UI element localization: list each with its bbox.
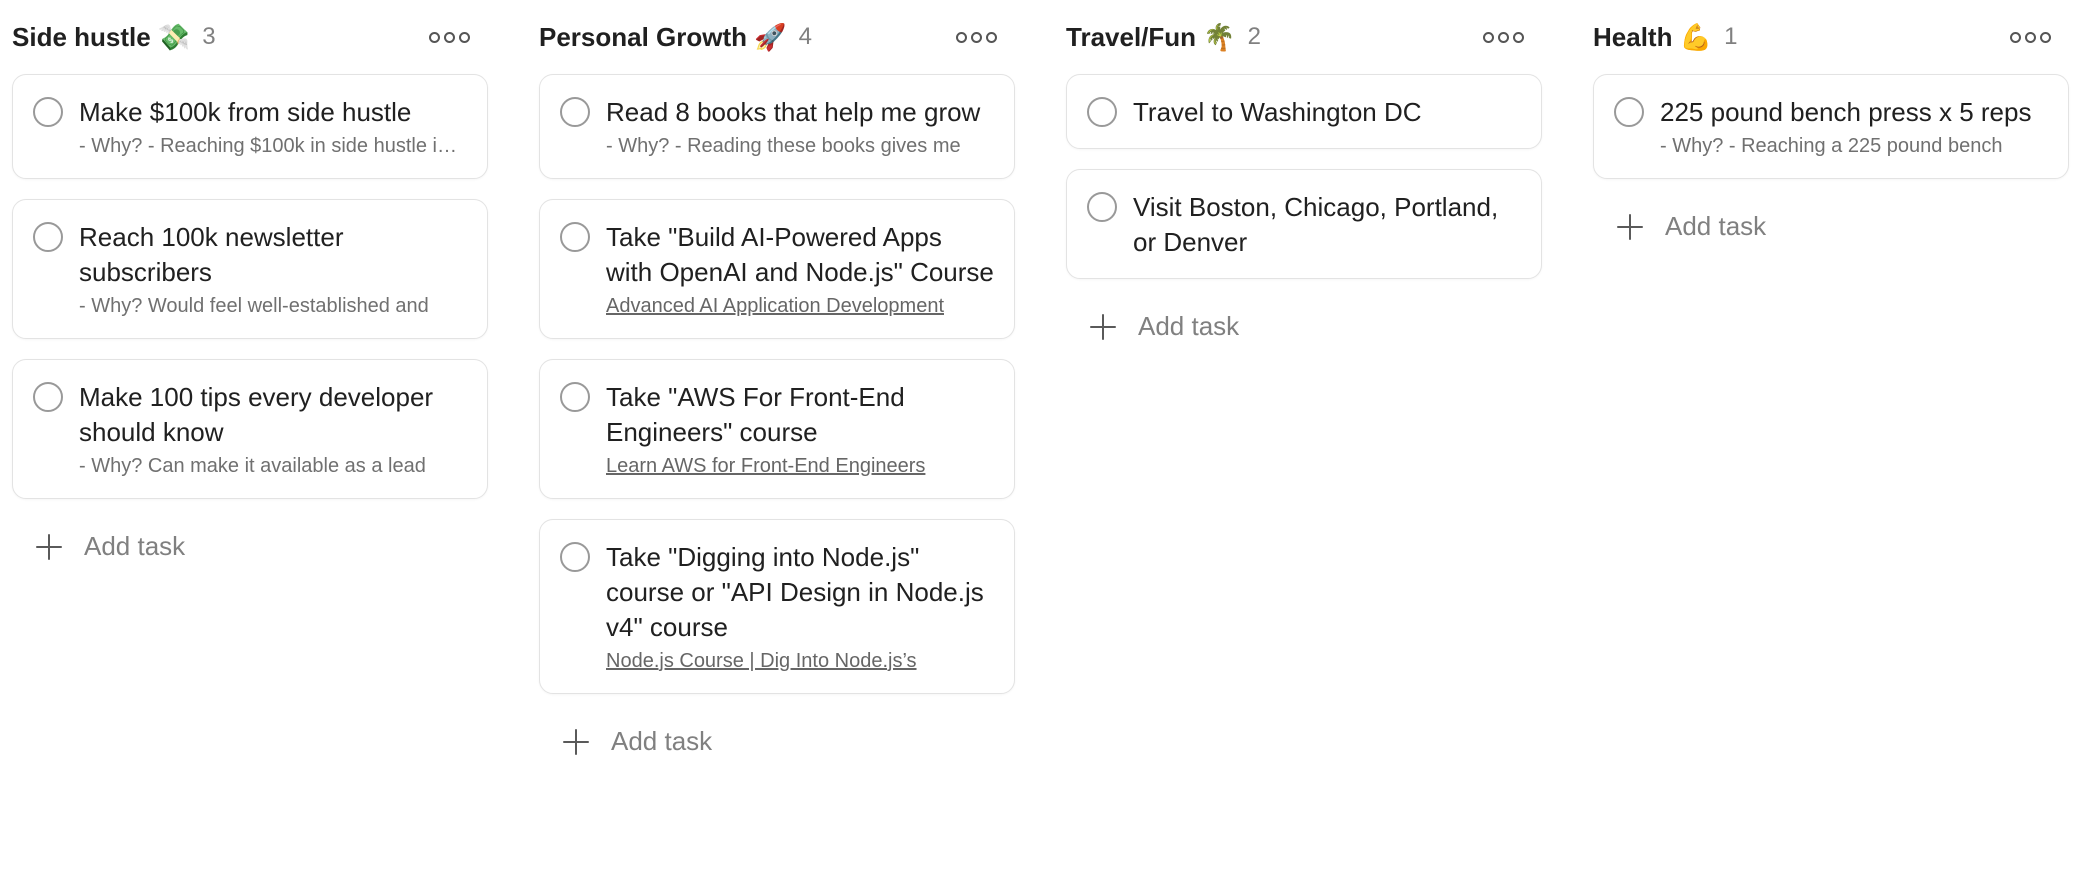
task-card[interactable]: Take "AWS For Front-End Engineers" cours… xyxy=(539,359,1015,499)
menu-dot xyxy=(1498,31,1509,43)
add-task-button[interactable]: Add task xyxy=(1593,199,2069,254)
menu-dot xyxy=(1483,31,1494,43)
task-content: Travel to Washington DC xyxy=(1133,95,1521,130)
task-content: Take "AWS For Front-End Engineers" cours… xyxy=(606,380,994,480)
menu-dot xyxy=(956,31,967,43)
circle-checkbox-icon[interactable] xyxy=(33,382,63,412)
board-column: Personal Growth 🚀 4 Read 8 books that help… xyxy=(539,0,1015,769)
plus-icon xyxy=(1617,213,1643,240)
task-content: Read 8 books that help me grow - Why? - R… xyxy=(606,95,994,160)
circle-checkbox-icon[interactable] xyxy=(560,542,590,572)
task-description: - Why? - Reaching $100k in side hustle i… xyxy=(79,135,467,157)
board: Side hustle 💸 3 Make $100k from side hustl… xyxy=(12,0,2069,769)
circle-checkbox-icon[interactable] xyxy=(560,222,590,252)
plus-icon xyxy=(1090,313,1116,340)
task-card[interactable]: Reach 100k newsletter subscribers - Why? … xyxy=(12,199,488,339)
circle-checkbox-icon[interactable] xyxy=(560,382,590,412)
task-title[interactable]: Read 8 books that help me grow xyxy=(606,95,994,130)
menu-dot xyxy=(459,31,470,43)
more-horizontal-icon[interactable] xyxy=(950,26,1003,49)
add-task-label: Add task xyxy=(1665,211,1767,241)
column-title[interactable]: Personal Growth 🚀 xyxy=(539,22,787,53)
task-title[interactable]: Take "AWS For Front-End Engineers" cours… xyxy=(606,380,994,450)
circle-checkbox-icon[interactable] xyxy=(33,97,63,127)
task-card[interactable]: Make 100 tips every developer should kno… xyxy=(12,359,488,499)
column-title[interactable]: Health 💪 xyxy=(1593,22,1712,53)
task-link[interactable]: Learn AWS for Front-End Engineers xyxy=(606,452,994,480)
task-title[interactable]: Make $100k from side hustle xyxy=(79,95,467,130)
task-card[interactable]: 225 pound bench press x 5 reps - Why? - R… xyxy=(1593,74,2069,179)
add-task-label: Add task xyxy=(84,531,186,561)
task-content: Reach 100k newsletter subscribers - Why? … xyxy=(79,220,467,320)
add-task-label: Add task xyxy=(1138,311,1240,341)
task-content: Make 100 tips every developer should kno… xyxy=(79,380,467,480)
task-description: - Why? Can make it available as a lead xyxy=(79,455,426,477)
menu-dot xyxy=(2010,31,2021,43)
task-content: 225 pound bench press x 5 reps - Why? - R… xyxy=(1660,95,2048,160)
task-title[interactable]: Reach 100k newsletter subscribers xyxy=(79,220,467,290)
task-content: Take "Build AI-Powered Apps with OpenAI … xyxy=(606,220,994,320)
task-content: Take "Digging into Node.js" course or "A… xyxy=(606,540,994,675)
add-task-button[interactable]: Add task xyxy=(12,519,488,574)
task-title[interactable]: Take "Build AI-Powered Apps with OpenAI … xyxy=(606,220,994,290)
task-content: Make $100k from side hustle - Why? - Reac… xyxy=(79,95,467,160)
task-description: - Why? Would feel well-established and xyxy=(79,295,429,317)
menu-dot xyxy=(444,31,455,43)
task-card[interactable]: Take "Build AI-Powered Apps with OpenAI … xyxy=(539,199,1015,339)
task-description: - Why? - Reading these books gives me xyxy=(606,135,961,157)
circle-checkbox-icon[interactable] xyxy=(1614,97,1644,127)
column-header: Travel/Fun 🌴 2 xyxy=(1066,0,1542,74)
board-column: Travel/Fun 🌴 2 Travel to Washington DC Visi… xyxy=(1066,0,1542,769)
task-card[interactable]: Travel to Washington DC xyxy=(1066,74,1542,149)
task-title[interactable]: Make 100 tips every developer should kno… xyxy=(79,380,467,450)
task-card[interactable]: Make $100k from side hustle - Why? - Reac… xyxy=(12,74,488,179)
menu-dot xyxy=(986,31,997,43)
add-task-button[interactable]: Add task xyxy=(1066,299,1542,354)
menu-dot xyxy=(971,31,982,43)
column-title[interactable]: Side hustle 💸 xyxy=(12,22,190,53)
more-horizontal-icon[interactable] xyxy=(423,26,476,49)
more-horizontal-icon[interactable] xyxy=(1477,26,1530,49)
circle-checkbox-icon[interactable] xyxy=(33,222,63,252)
column-header: Personal Growth 🚀 4 xyxy=(539,0,1015,74)
task-card[interactable]: Take "Digging into Node.js" course or "A… xyxy=(539,519,1015,694)
more-horizontal-icon[interactable] xyxy=(2004,26,2057,49)
plus-icon xyxy=(36,533,62,560)
menu-dot xyxy=(1513,31,1524,43)
task-title[interactable]: Travel to Washington DC xyxy=(1133,95,1521,130)
column-header: Health 💪 1 xyxy=(1593,0,2069,74)
add-task-button[interactable]: Add task xyxy=(539,714,1015,769)
column-title[interactable]: Travel/Fun 🌴 xyxy=(1066,22,1236,53)
menu-dot xyxy=(2040,31,2051,43)
column-task-count: 1 xyxy=(1724,23,1738,50)
menu-dot xyxy=(429,31,440,43)
add-task-label: Add task xyxy=(611,726,713,756)
column-task-count: 4 xyxy=(798,23,812,50)
menu-dot xyxy=(2025,31,2036,43)
plus-icon xyxy=(563,728,589,755)
task-card[interactable]: Visit Boston, Chicago, Portland, or Denv… xyxy=(1066,169,1542,279)
circle-checkbox-icon[interactable] xyxy=(560,97,590,127)
column-task-count: 2 xyxy=(1247,23,1261,50)
circle-checkbox-icon[interactable] xyxy=(1087,192,1117,222)
task-card[interactable]: Read 8 books that help me grow - Why? - R… xyxy=(539,74,1015,179)
circle-checkbox-icon[interactable] xyxy=(1087,97,1117,127)
task-content: Visit Boston, Chicago, Portland, or Denv… xyxy=(1133,190,1521,260)
task-title[interactable]: Take "Digging into Node.js" course or "A… xyxy=(606,540,994,645)
column-task-count: 3 xyxy=(202,23,216,50)
task-link[interactable]: Advanced AI Application Development xyxy=(606,292,994,320)
column-header: Side hustle 💸 3 xyxy=(12,0,488,74)
board-column: Side hustle 💸 3 Make $100k from side hustl… xyxy=(12,0,488,769)
board-column: Health 💪 1 225 pound bench press x 5 reps -… xyxy=(1593,0,2069,769)
task-title[interactable]: Visit Boston, Chicago, Portland, or Denv… xyxy=(1133,190,1521,260)
task-link[interactable]: Node.js Course | Dig Into Node.js’s xyxy=(606,647,994,675)
task-description: - Why? - Reaching a 225 pound bench xyxy=(1660,135,2003,157)
task-title[interactable]: 225 pound bench press x 5 reps xyxy=(1660,95,2048,130)
